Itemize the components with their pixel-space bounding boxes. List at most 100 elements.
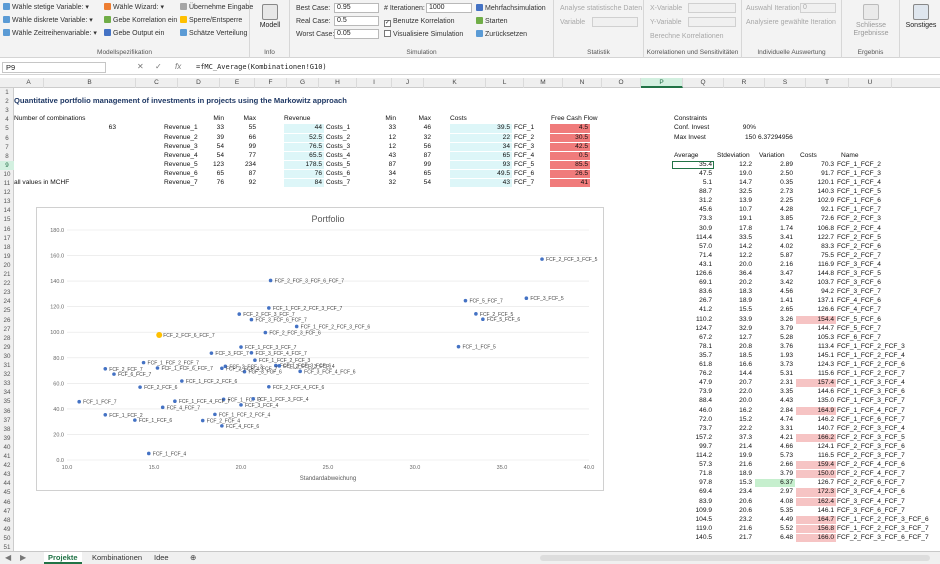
var-zeitreihe-button[interactable]: Wähle Zeitreihenvariable: ▾ (3, 29, 97, 38)
tab-projekte[interactable]: Projekte (44, 552, 82, 564)
variation-cell[interactable]: 5.35 (755, 507, 795, 515)
variation-cell[interactable]: 2.31 (755, 379, 795, 387)
average-cell[interactable]: 114.4 (672, 234, 714, 242)
fcf-value[interactable]: 4.5 (550, 124, 590, 133)
variation-cell[interactable]: 5.28 (755, 334, 795, 342)
name-cell[interactable]: FCF_1_FCF_6 (837, 197, 881, 205)
column-header-j[interactable]: J (392, 78, 424, 88)
column-header-b[interactable]: B (44, 78, 136, 88)
revenue-value[interactable]: 52.5 (284, 133, 324, 142)
korrelation-button[interactable]: Gebe Korrelation ein (104, 16, 177, 25)
row-header[interactable]: 44 (0, 479, 14, 488)
stdev-cell[interactable]: 12.7 (714, 334, 754, 342)
costs-cell[interactable]: 106.8 (796, 225, 836, 233)
stdev-cell[interactable]: 18.3 (714, 288, 754, 296)
name-cell[interactable]: FCF_1_FCF_5 (837, 188, 881, 196)
var-stetig-button[interactable]: Wähle stetige Variable: ▾ (3, 3, 89, 12)
average-cell[interactable]: 157.2 (672, 434, 714, 442)
uebernehme-button[interactable]: Übernehme Eingabe (180, 3, 253, 12)
average-cell[interactable]: 31.2 (672, 197, 714, 205)
row-header[interactable]: 19 (0, 252, 14, 261)
average-cell[interactable]: 109.9 (672, 507, 714, 515)
wizard-button[interactable]: Wähle Wizard: ▾ (104, 3, 164, 12)
row-header[interactable]: 7 (0, 143, 14, 152)
costs-cell[interactable]: 126.6 (796, 306, 836, 314)
name-cell[interactable]: FCF_1_FCF_2_FCF_3_FCF_6 (837, 516, 929, 524)
stdev-cell[interactable]: 20.6 (714, 498, 754, 506)
fcf-value[interactable]: 41 (550, 179, 590, 188)
stdev-cell[interactable]: 21.4 (714, 443, 754, 451)
modell-button[interactable]: Modell (256, 4, 284, 30)
row-header[interactable]: 17 (0, 234, 14, 243)
stdev-cell[interactable]: 33.9 (714, 316, 754, 324)
average-cell[interactable]: 61.8 (672, 361, 714, 369)
row-header[interactable]: 9 (0, 160, 14, 170)
stdev-cell[interactable]: 21.6 (714, 461, 754, 469)
average-cell[interactable]: 69.1 (672, 279, 714, 287)
costs-cell[interactable]: 120.1 (796, 179, 836, 187)
name-cell[interactable]: FCF_4_FCF_6 (837, 297, 881, 305)
stdev-cell[interactable]: 20.2 (714, 279, 754, 287)
name-cell[interactable]: FCF_1_FCF_3 (837, 170, 881, 178)
average-cell[interactable]: 78.1 (672, 343, 714, 351)
variation-cell[interactable]: 4.21 (755, 434, 795, 442)
row-header[interactable]: 48 (0, 516, 14, 525)
costs-cell[interactable]: 164.9 (796, 406, 836, 415)
average-cell[interactable]: 26.7 (672, 297, 714, 305)
stdev-cell[interactable]: 33.5 (714, 234, 754, 242)
costs-cell[interactable]: 144.7 (796, 325, 836, 333)
stdev-cell[interactable]: 37.3 (714, 434, 754, 442)
row-header[interactable]: 12 (0, 188, 14, 197)
name-cell[interactable]: FCF_2_FCF_7 (837, 252, 881, 260)
variation-cell[interactable]: 3.73 (755, 361, 795, 369)
stdev-cell[interactable]: 20.0 (714, 397, 754, 405)
row-header[interactable]: 20 (0, 261, 14, 270)
stdev-cell[interactable]: 22.2 (714, 425, 754, 433)
average-cell[interactable]: 67.2 (672, 334, 714, 342)
average-cell[interactable]: 76.2 (672, 370, 714, 378)
visualisiere-checkbox[interactable]: Visualisiere Simulation (384, 30, 463, 39)
average-cell[interactable]: 97.8 (672, 479, 714, 487)
fcf-value[interactable]: 42.5 (550, 142, 590, 151)
row-header[interactable]: 45 (0, 488, 14, 497)
benutze-korrelation-checkbox[interactable]: ✓ Benutze Korrelation (384, 17, 454, 27)
stdev-cell[interactable]: 20.7 (714, 379, 754, 387)
name-cell[interactable]: FCF_3_FCF_6_FCF_7 (837, 507, 905, 515)
portfolio-chart[interactable]: Portfolio 0.0 20.0 40.0 60.0 80.0 100.0 120.0 14… (36, 207, 604, 491)
row-header[interactable]: 37 (0, 416, 14, 425)
costs-cell[interactable]: 162.4 (796, 497, 836, 506)
row-header[interactable]: 28 (0, 334, 14, 343)
average-cell[interactable]: 47.9 (672, 379, 714, 387)
tab-idee[interactable]: Idee (150, 552, 173, 564)
column-header-f[interactable]: F (255, 78, 287, 88)
name-cell[interactable]: FCF_1_FCF_2_FCF_7 (837, 370, 905, 378)
row-header[interactable]: 50 (0, 534, 14, 543)
sonstiges-button[interactable]: Sonstiges (904, 4, 938, 30)
name-cell[interactable]: FCF_2_FCF_6_FCF_7 (837, 479, 905, 487)
row-header[interactable]: 18 (0, 243, 14, 252)
costs-cell[interactable]: 72.6 (796, 215, 836, 223)
fcf-value[interactable]: 26.5 (550, 169, 590, 179)
variation-cell[interactable]: 2.65 (755, 306, 795, 314)
stdev-cell[interactable]: 14.2 (714, 243, 754, 251)
average-cell[interactable]: 5.1 (672, 179, 714, 187)
average-cell[interactable]: 104.5 (672, 516, 714, 524)
name-cell[interactable]: FCF_1_FCF_7 (837, 206, 881, 214)
stdev-cell[interactable]: 23.4 (714, 488, 754, 496)
row-header[interactable]: 36 (0, 407, 14, 416)
tab-kombinationen[interactable]: Kombinationen (88, 552, 146, 564)
costs-cell[interactable]: 166.0 (796, 533, 836, 543)
variation-cell[interactable]: 2.73 (755, 188, 795, 196)
name-cell[interactable]: FCF_6_FCF_7 (837, 334, 881, 342)
column-header-l[interactable]: L (486, 78, 524, 88)
costs-cell[interactable]: 116.5 (796, 452, 836, 460)
stdev-cell[interactable]: 10.7 (714, 206, 754, 214)
average-cell[interactable]: 57.3 (672, 461, 714, 469)
column-header-a[interactable]: A (14, 78, 44, 88)
name-cell[interactable]: FCF_1_FCF_2_FCF_3_FCF_7 (837, 525, 929, 533)
analysiere-button[interactable]: Analysiere gewählte Iteration (746, 18, 836, 27)
cost-value[interactable]: 49.5 (450, 169, 512, 179)
sperre-button[interactable]: Sperre/Entsperre (180, 16, 242, 25)
column-header-k[interactable]: K (424, 78, 486, 88)
worksheet-grid[interactable]: Quantitative portfolio management of inv… (14, 88, 940, 551)
